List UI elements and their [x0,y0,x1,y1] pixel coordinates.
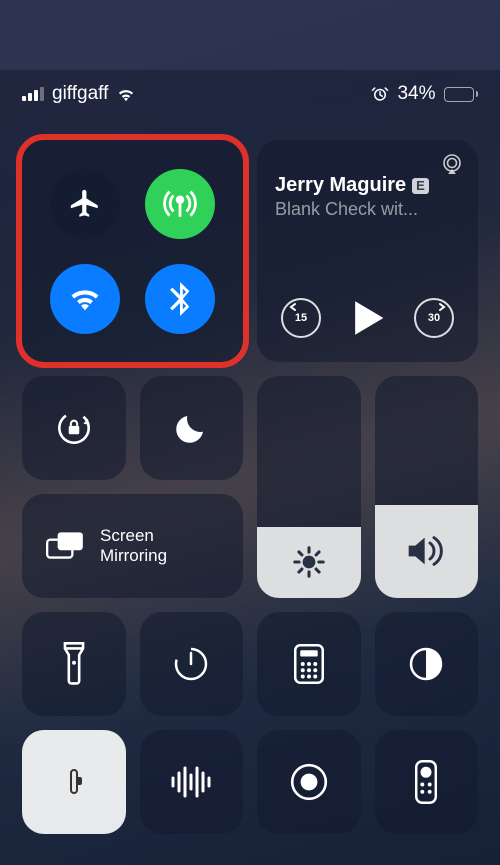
bluetooth-icon [170,282,190,316]
waveform-icon [169,765,213,799]
status-bar: giffgaff 34% [22,70,478,118]
low-power-battery-icon [70,773,78,791]
bluetooth-toggle[interactable] [145,264,215,334]
skip-forward-button[interactable]: 30 [414,298,454,338]
skip-back-button[interactable]: 15 [281,298,321,338]
brightness-icon [292,545,326,579]
cellular-signal-icon [22,87,44,101]
dark-mode-button[interactable] [375,612,479,716]
volume-slider[interactable] [375,376,479,598]
cellular-data-toggle[interactable] [145,169,215,239]
brightness-slider[interactable] [257,376,361,598]
timer-button[interactable] [140,612,244,716]
remote-icon [415,760,437,804]
calculator-button[interactable] [257,612,361,716]
orientation-lock-icon [53,407,95,449]
screen-mirroring-label: Screen Mirroring [100,526,167,565]
apple-tv-remote-button[interactable] [375,730,479,834]
annotation-highlight [16,134,249,368]
dark-mode-icon [406,644,446,684]
timer-icon [171,644,211,684]
screen-mirroring-button[interactable]: Screen Mirroring [22,494,243,598]
connectivity-panel[interactable] [22,140,243,362]
media-panel[interactable]: Jerry Maguire E Blank Check wit... 15 30 [257,140,478,362]
wifi-toggle[interactable] [50,264,120,334]
screen-mirroring-icon [44,529,86,563]
battery-icon [444,87,479,102]
media-title: Jerry Maguire [275,174,406,197]
moon-icon [173,410,209,446]
alarm-icon [371,85,389,103]
antenna-icon [163,187,197,221]
explicit-badge: E [412,178,429,194]
flashlight-icon [62,642,86,686]
battery-pct-label: 34% [397,83,435,105]
screen-record-button[interactable] [257,730,361,834]
airplane-icon [68,187,102,221]
wifi-status-icon [116,87,136,102]
sound-recognition-button[interactable] [140,730,244,834]
airplane-mode-toggle[interactable] [50,169,120,239]
media-subtitle: Blank Check wit... [275,199,460,220]
record-icon [288,761,330,803]
airplay-icon[interactable] [440,152,464,181]
wifi-icon [68,286,102,312]
do-not-disturb-toggle[interactable] [140,376,244,480]
orientation-lock-toggle[interactable] [22,376,126,480]
calculator-icon [294,644,324,684]
flashlight-button[interactable] [22,612,126,716]
play-button[interactable] [352,300,384,336]
carrier-label: giffgaff [52,83,108,105]
low-power-mode-button[interactable] [22,730,126,834]
volume-icon [406,534,446,568]
